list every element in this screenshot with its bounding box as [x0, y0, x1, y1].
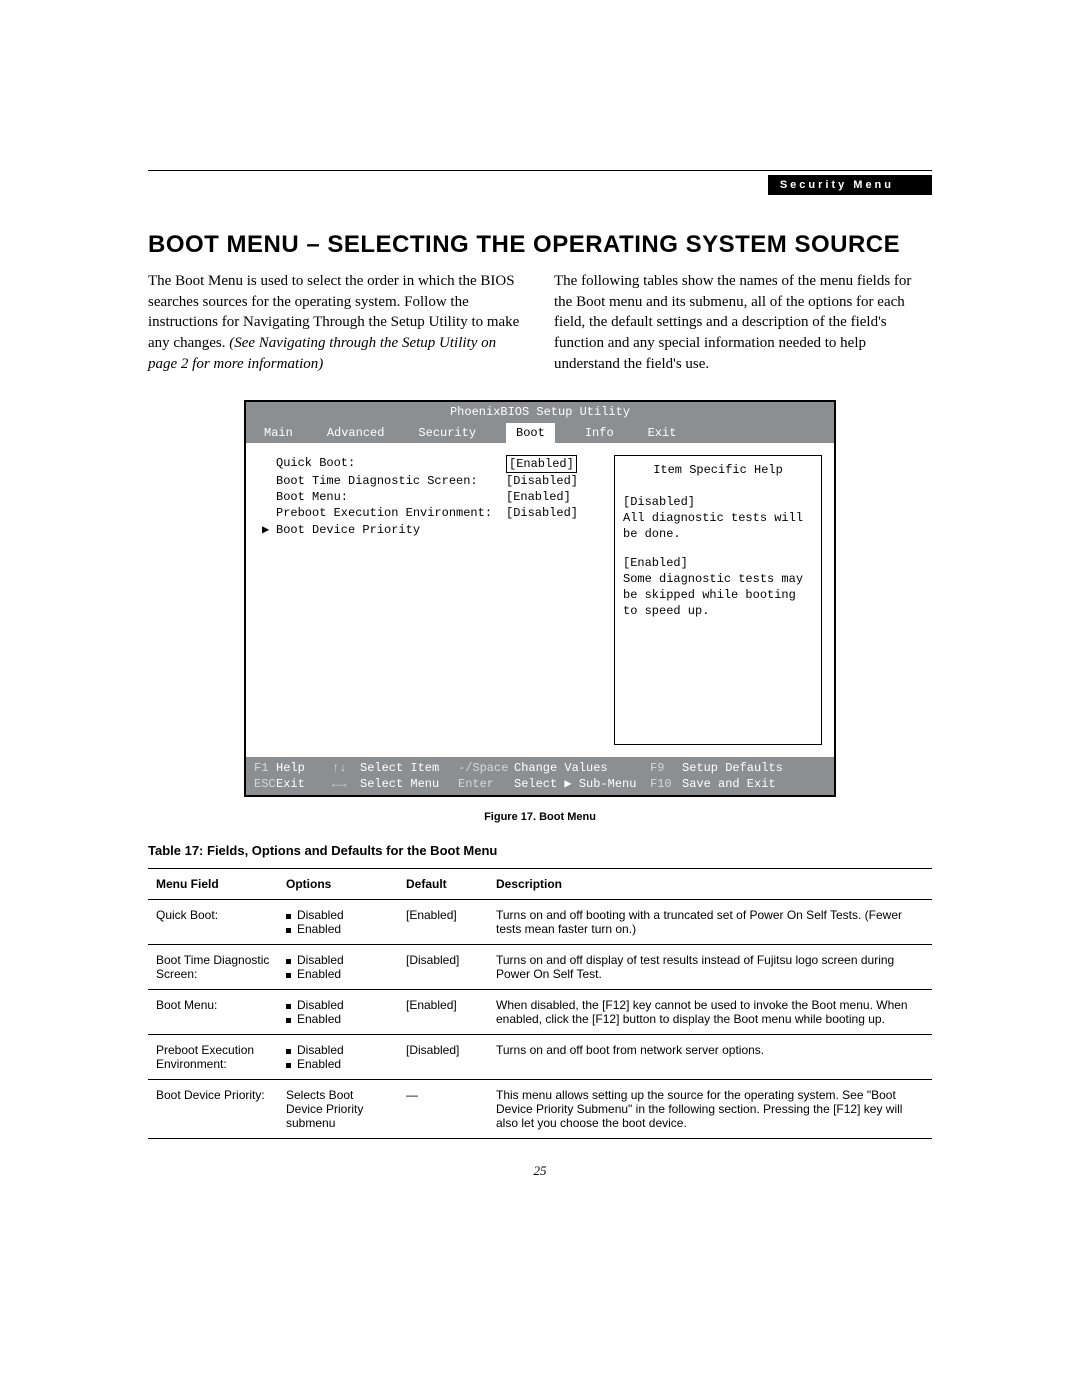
triangle-right-icon: ▶ [262, 522, 276, 538]
bios-footer-lbl-help: Help [276, 760, 332, 776]
header-row: Security Menu [148, 175, 932, 195]
cell-options: DisabledEnabled [278, 900, 398, 945]
bios-footer-lbl-change: Change Values [514, 760, 650, 776]
page-number: 25 [0, 1163, 1080, 1179]
bios-item-boot-priority-label: Boot Device Priority [276, 522, 506, 538]
bios-tab-advanced: Advanced [323, 423, 389, 443]
cell-desc: Turns on and off display of test results… [488, 945, 932, 990]
cell-desc: Turns on and off booting with a truncate… [488, 900, 932, 945]
th-description: Description [488, 869, 932, 900]
bios-footer-key-lr: ←→ [332, 776, 360, 792]
cell-default: — [398, 1080, 488, 1139]
bios-help-pane: Item Specific Help [Disabled] All diagno… [614, 455, 822, 745]
bios-tab-info: Info [581, 423, 618, 443]
bios-tab-bar: Main Advanced Security Boot Info Exit [246, 423, 834, 443]
bios-footer: F1 Help ↑↓ Select Item -/Space Change Va… [246, 757, 834, 795]
bios-help-p1: [Disabled] [623, 494, 813, 510]
th-default: Default [398, 869, 488, 900]
th-menu-field: Menu Field [148, 869, 278, 900]
th-options: Options [278, 869, 398, 900]
bios-screenshot: PhoenixBIOS Setup Utility Main Advanced … [244, 400, 836, 797]
bios-footer-key-esc: ESC [254, 776, 276, 792]
intro-right: The following tables show the names of t… [554, 271, 932, 374]
bios-footer-lbl-selmenu: Select Menu [360, 776, 458, 792]
table-row: Preboot Execution Environment: DisabledE… [148, 1035, 932, 1080]
cell-options: DisabledEnabled [278, 990, 398, 1035]
cell-default: [Enabled] [398, 900, 488, 945]
cell-field: Preboot Execution Environment: [148, 1035, 278, 1080]
table-title: Table 17: Fields, Options and Defaults f… [148, 843, 932, 858]
cell-desc: When disabled, the [F12] key cannot be u… [488, 990, 932, 1035]
bios-help-p2: All diagnostic tests will be done. [623, 510, 813, 542]
figure-caption: Figure 17. Boot Menu [148, 811, 932, 823]
cell-desc: Turns on and off boot from network serve… [488, 1035, 932, 1080]
bios-item-preboot-value: [Disabled] [506, 505, 578, 521]
table-row: Boot Time Diagnostic Screen: DisabledEna… [148, 945, 932, 990]
bios-footer-key-f1: F1 [254, 760, 276, 776]
bios-help-p4: Some diagnostic tests may be skipped whi… [623, 571, 813, 620]
cell-options: DisabledEnabled [278, 945, 398, 990]
table-row: Boot Menu: DisabledEnabled [Enabled] Whe… [148, 990, 932, 1035]
fields-table: Menu Field Options Default Description Q… [148, 868, 932, 1139]
cell-options: Selects Boot Device Priority submenu [278, 1080, 398, 1139]
bios-item-preboot-label: Preboot Execution Environment: [276, 505, 506, 521]
cell-default: [Disabled] [398, 945, 488, 990]
cell-options: DisabledEnabled [278, 1035, 398, 1080]
cell-default: [Disabled] [398, 1035, 488, 1080]
intro-left: The Boot Menu is used to select the orde… [148, 271, 526, 374]
header-rule [148, 170, 932, 171]
bios-item-quick-boot-label: Quick Boot: [276, 455, 506, 473]
cell-field: Boot Device Priority: [148, 1080, 278, 1139]
intro-columns: The Boot Menu is used to select the orde… [148, 271, 932, 374]
bios-footer-lbl-exit: Exit [276, 776, 332, 792]
section-tab: Security Menu [768, 175, 932, 195]
bios-item-quick-boot-value: [Enabled] [506, 455, 577, 473]
bios-tab-main: Main [260, 423, 297, 443]
bios-footer-lbl-save: Save and Exit [682, 776, 776, 792]
section-title: BOOT MENU – SELECTING THE OPERATING SYST… [148, 231, 932, 259]
bios-help-p3: [Enabled] [623, 555, 813, 571]
cell-default: [Enabled] [398, 990, 488, 1035]
bios-tab-boot: Boot [506, 423, 555, 443]
bios-help-heading: Item Specific Help [623, 462, 813, 478]
bios-item-boot-menu-label: Boot Menu: [276, 489, 506, 505]
cell-field: Quick Boot: [148, 900, 278, 945]
bios-footer-lbl-defaults: Setup Defaults [682, 760, 783, 776]
cell-field: Boot Time Diagnostic Screen: [148, 945, 278, 990]
table-row: Quick Boot: DisabledEnabled [Enabled] Tu… [148, 900, 932, 945]
bios-item-boot-menu-value: [Enabled] [506, 489, 571, 505]
bios-footer-lbl-submenu: Select ▶ Sub-Menu [514, 776, 650, 792]
bios-item-boot-time-value: [Disabled] [506, 473, 578, 489]
bios-item-boot-time-label: Boot Time Diagnostic Screen: [276, 473, 506, 489]
bios-title-bar: PhoenixBIOS Setup Utility [246, 402, 834, 422]
bios-footer-key-enter: Enter [458, 776, 514, 792]
bios-footer-key-f9: F9 [650, 760, 682, 776]
bios-left-pane: Quick Boot:[Enabled] Boot Time Diagnosti… [262, 455, 614, 745]
cell-field: Boot Menu: [148, 990, 278, 1035]
cell-desc: This menu allows setting up the source f… [488, 1080, 932, 1139]
bios-footer-key-f10: F10 [650, 776, 682, 792]
bios-footer-key-updown: ↑↓ [332, 760, 360, 776]
bios-tab-security: Security [414, 423, 480, 443]
bios-tab-exit: Exit [644, 423, 681, 443]
table-row: Boot Device Priority: Selects Boot Devic… [148, 1080, 932, 1139]
bios-footer-lbl-selitem: Select Item [360, 760, 458, 776]
bios-footer-key-space: -/Space [458, 760, 514, 776]
